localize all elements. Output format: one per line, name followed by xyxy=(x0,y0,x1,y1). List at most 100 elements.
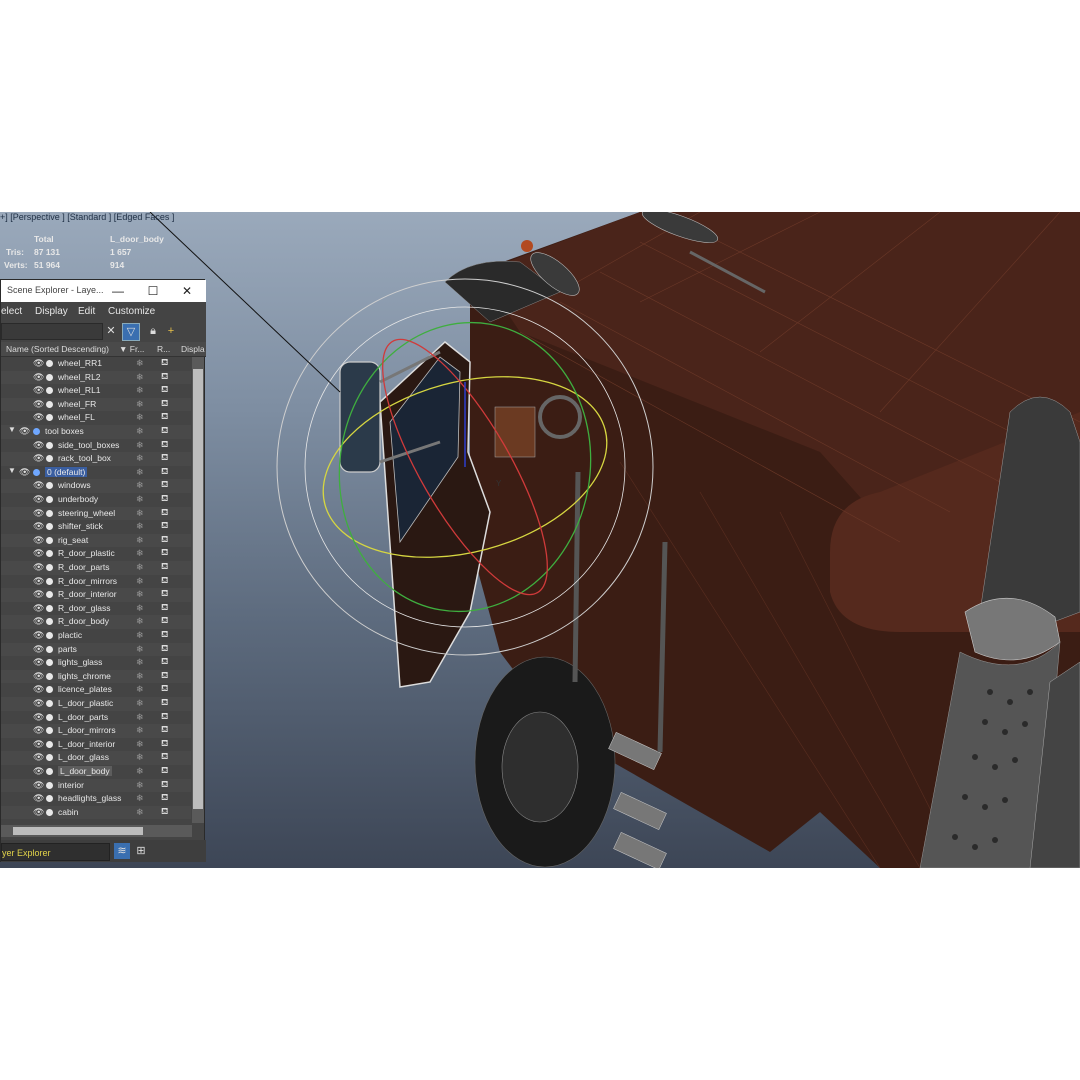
render-dot-icon[interactable] xyxy=(46,482,53,490)
vertical-scrollbar[interactable] xyxy=(192,357,204,823)
render-teapot-icon[interactable]: ⛾ xyxy=(161,751,168,763)
object-name[interactable]: L_door_body xyxy=(58,766,112,776)
visibility-eye-icon[interactable]: 👁︎ xyxy=(33,807,44,818)
layer-row[interactable]: 👁︎ lights_chrome ❄ ⛾ xyxy=(1,669,191,684)
layer-row[interactable]: 👁︎ R_door_body ❄ ⛾ xyxy=(1,615,191,629)
scroll-thumb-horizontal[interactable] xyxy=(13,827,143,835)
render-dot-icon[interactable] xyxy=(46,455,53,463)
object-name[interactable]: rig_seat xyxy=(58,535,88,545)
visibility-eye-icon[interactable]: 👁︎ xyxy=(33,412,44,423)
render-dot-icon[interactable] xyxy=(46,713,53,721)
render-teapot-icon[interactable]: ⛾ xyxy=(161,384,168,396)
add-layer-icon[interactable]: + xyxy=(163,323,179,339)
render-dot-icon[interactable] xyxy=(46,645,53,653)
freeze-icon[interactable]: ❄ xyxy=(136,548,144,559)
render-teapot-icon[interactable]: ⛾ xyxy=(161,697,168,709)
layer-name[interactable]: 0 (default) xyxy=(45,466,88,477)
render-dot-icon[interactable] xyxy=(46,781,53,789)
render-teapot-icon[interactable]: ⛾ xyxy=(161,575,168,587)
render-dot-icon[interactable] xyxy=(46,604,53,612)
render-teapot-icon[interactable]: ⛾ xyxy=(161,561,168,573)
visibility-eye-icon[interactable]: 👁︎ xyxy=(33,548,44,559)
freeze-icon[interactable]: ❄ xyxy=(136,494,144,505)
column-frozen[interactable]: ▼ Fr... xyxy=(119,344,144,354)
visibility-eye-icon[interactable]: 👁︎ xyxy=(33,535,44,546)
layer-row[interactable]: 👁︎ L_door_mirrors ❄ ⛾ xyxy=(1,724,191,738)
layer-row[interactable]: 👁︎ underbody ❄ ⛾ xyxy=(1,493,191,507)
render-teapot-icon[interactable]: ⛾ xyxy=(161,411,168,423)
render-dot-icon[interactable] xyxy=(46,536,53,544)
visibility-eye-icon[interactable]: 👁︎ xyxy=(33,521,44,532)
render-dot-icon[interactable] xyxy=(46,373,53,381)
scene-explorer-window[interactable]: Scene Explorer - Laye... — ☐ ✕ elect Dis… xyxy=(0,279,206,862)
visibility-eye-icon[interactable]: 👁︎ xyxy=(33,616,44,627)
visibility-eye-icon[interactable]: 👁︎ xyxy=(33,385,44,396)
explorer-type-dropdown[interactable]: yer Explorer xyxy=(1,843,110,861)
render-dot-icon[interactable] xyxy=(46,740,53,748)
render-teapot-icon[interactable]: ⛾ xyxy=(161,711,168,723)
object-name[interactable]: R_door_plastic xyxy=(58,548,115,558)
clear-search-icon[interactable]: ✕ xyxy=(103,323,119,339)
object-name[interactable]: L_door_interior xyxy=(58,739,115,749)
menu-display[interactable]: Display xyxy=(35,306,68,317)
lock-icon[interactable]: 🔒︎ xyxy=(145,323,161,339)
visibility-eye-icon[interactable]: 👁︎ xyxy=(33,780,44,791)
title-bar[interactable]: Scene Explorer - Laye... — ☐ ✕ xyxy=(1,280,206,303)
viewport-label[interactable]: +] [Perspective ] [Standard ] [Edged Fac… xyxy=(0,212,174,222)
visibility-eye-icon[interactable]: 👁︎ xyxy=(33,358,44,369)
layer-row[interactable]: 👁︎ rig_seat ❄ ⛾ xyxy=(1,533,191,548)
render-dot-icon[interactable] xyxy=(46,700,53,707)
visibility-eye-icon[interactable]: 👁︎ xyxy=(33,657,44,668)
object-name[interactable]: wheel_RL2 xyxy=(58,372,101,382)
render-teapot-icon[interactable]: ⛾ xyxy=(161,602,168,614)
search-input[interactable] xyxy=(1,323,103,340)
maximize-button[interactable]: ☐ xyxy=(144,282,162,300)
layer-row[interactable]: 👁︎ R_door_glass ❄ ⛾ xyxy=(1,602,191,616)
freeze-icon[interactable]: ❄ xyxy=(136,372,144,383)
visibility-eye-icon[interactable]: 👁︎ xyxy=(33,399,44,410)
object-name[interactable]: L_door_glass xyxy=(58,752,109,762)
freeze-icon[interactable]: ❄ xyxy=(136,453,144,464)
freeze-icon[interactable]: ❄ xyxy=(136,630,144,641)
close-button[interactable]: ✕ xyxy=(178,282,196,300)
render-dot-icon[interactable] xyxy=(46,550,53,558)
object-name[interactable]: lights_glass xyxy=(58,657,102,667)
freeze-icon[interactable]: ❄ xyxy=(136,535,144,546)
object-name[interactable]: R_door_glass xyxy=(58,603,110,613)
layer-list[interactable]: 👁︎ wheel_RR1 ❄ ⛾ 👁︎ wheel_RL2 ❄ ⛾ 👁︎ wheel_RL1 ❄ ⛾ 👁… xyxy=(1,357,191,823)
render-dot-icon[interactable] xyxy=(46,768,53,775)
render-teapot-icon[interactable]: ⛾ xyxy=(161,520,168,532)
scroll-thumb[interactable] xyxy=(193,369,203,809)
layer-row[interactable]: 👁︎ wheel_RR1 ❄ ⛾ xyxy=(1,357,191,371)
render-teapot-icon[interactable]: ⛾ xyxy=(161,629,168,641)
freeze-icon[interactable]: ❄ xyxy=(136,440,144,451)
layer-row[interactable]: 👁︎ wheel_RL1 ❄ ⛾ xyxy=(1,384,191,398)
visibility-eye-icon[interactable]: 👁︎ xyxy=(33,603,44,614)
visibility-eye-icon[interactable]: 👁︎ xyxy=(33,712,44,723)
object-name[interactable]: rack_tool_box xyxy=(58,453,111,463)
hierarchy-icon[interactable]: ⊞ xyxy=(133,843,149,859)
layer-row[interactable]: 👁︎ rack_tool_box ❄ ⛾ xyxy=(1,452,191,466)
expand-arrow-icon[interactable]: ▼ xyxy=(8,425,16,434)
freeze-icon[interactable]: ❄ xyxy=(136,616,144,627)
visibility-eye-icon[interactable]: 👁︎ xyxy=(33,671,44,682)
menu-edit[interactable]: Edit xyxy=(78,306,95,317)
object-name[interactable]: L_door_plastic xyxy=(58,698,113,708)
render-dot-icon[interactable] xyxy=(46,727,53,735)
freeze-icon[interactable]: ❄ xyxy=(136,467,144,478)
object-name[interactable]: R_door_interior xyxy=(58,589,117,599)
expand-arrow-icon[interactable]: ▼ xyxy=(8,466,16,475)
horizontal-scrollbar[interactable] xyxy=(1,825,192,837)
render-dot-icon[interactable] xyxy=(46,686,53,694)
freeze-icon[interactable]: ❄ xyxy=(136,684,144,695)
render-teapot-icon[interactable]: ⛾ xyxy=(161,615,168,627)
layer-row[interactable]: 👁︎ parts ❄ ⛾ xyxy=(1,642,191,657)
render-teapot-icon[interactable]: ⛾ xyxy=(161,357,168,369)
freeze-icon[interactable]: ❄ xyxy=(136,712,144,723)
layer-name[interactable]: tool boxes xyxy=(45,426,84,436)
object-name[interactable]: R_door_parts xyxy=(58,562,110,572)
layer-row[interactable]: 👁︎ L_door_plastic ❄ ⛾ xyxy=(1,697,191,711)
layer-row[interactable]: 👁︎ L_door_parts ❄ ⛾ xyxy=(1,711,191,725)
object-name[interactable]: wheel_FL xyxy=(58,412,95,422)
layer-row[interactable]: 👁︎ R_door_plastic ❄ ⛾ xyxy=(1,547,191,561)
